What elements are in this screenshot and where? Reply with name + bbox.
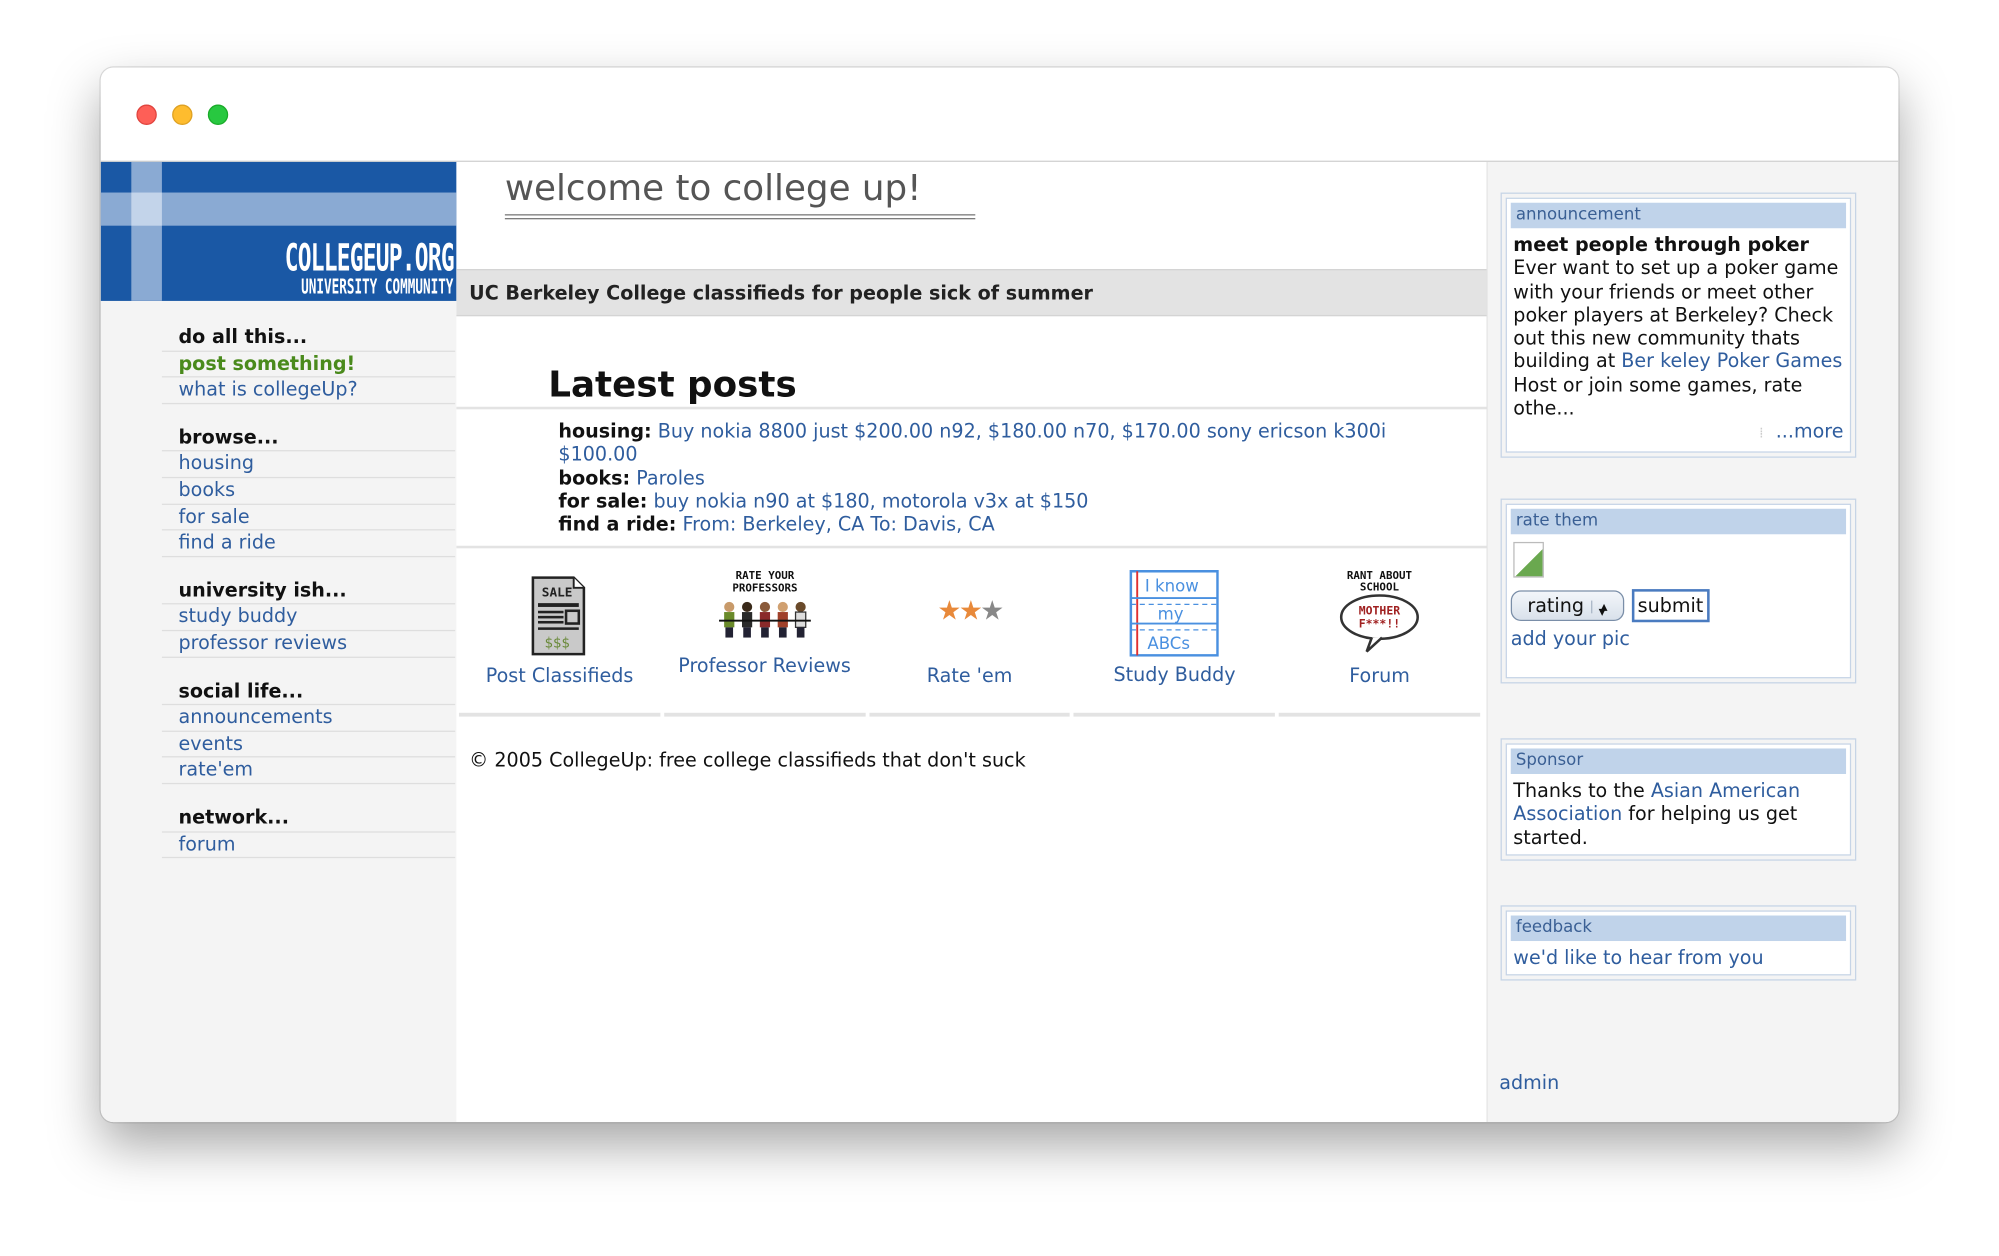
submit-button[interactable]: submit	[1631, 589, 1710, 623]
stars-icon: ★★★	[937, 595, 1004, 627]
post-category: books:	[558, 466, 631, 490]
box-header: rate them	[1510, 508, 1847, 535]
logo-title: COLLEGEUP.ORG	[284, 235, 455, 280]
sale-sign-icon: SALE $$$	[531, 576, 586, 656]
nav-rate-em[interactable]: rate'em	[178, 758, 253, 781]
feature-label[interactable]: Rate 'em	[869, 664, 1070, 687]
copyright: © 2005 CollegeUp: free college classifie…	[469, 748, 1026, 772]
page-title: welcome to college up!	[504, 167, 976, 220]
svg-text:I know: I know	[1145, 577, 1199, 596]
feature-label[interactable]: Study Buddy	[1074, 663, 1275, 686]
rate-them-box: rate them rating ▴▾ submit add your pic	[1500, 498, 1857, 684]
svg-text:ABCs: ABCs	[1148, 634, 1191, 653]
speech-bubble-icon: RANT ABOUT SCHOOL MOTHER F***!!	[1340, 569, 1420, 653]
nav-professor-reviews[interactable]: professor reviews	[178, 631, 347, 654]
admin-link[interactable]: admin	[1499, 1071, 1559, 1094]
box-header: Sponsor	[1510, 748, 1847, 774]
latest-posts-list: housing: Buy nokia 8800 just $200.00 n92…	[558, 420, 1450, 537]
svg-text:SALE: SALE	[542, 586, 573, 601]
site-logo[interactable]: COLLEGEUP.ORG UNIVERSITY COMMUNITY	[100, 161, 457, 301]
feature-forum[interactable]: RANT ABOUT SCHOOL MOTHER F***!! Forum	[1278, 560, 1481, 717]
nav-heading: browse...	[161, 426, 456, 452]
select-arrows-icon: ▴▾	[1591, 599, 1615, 618]
minimize-window-button[interactable]	[172, 104, 193, 125]
list-item: books: Paroles	[558, 466, 1450, 489]
right-sidebar: announcement meet people through poker E…	[1487, 161, 1899, 1123]
feature-rate-em[interactable]: ★★★ Rate 'em	[868, 560, 1071, 717]
sponsor-text: Thanks to the	[1513, 779, 1651, 803]
main-content: welcome to college up! UC Berkeley Colle…	[456, 161, 1488, 1123]
post-category: find a ride:	[558, 512, 677, 536]
nav-study-buddy[interactable]: study buddy	[178, 605, 297, 628]
svg-text:PROFESSORS: PROFESSORS	[732, 582, 797, 595]
box-header: announcement	[1510, 202, 1847, 229]
tagline-bar: UC Berkeley College classifieds for peop…	[456, 269, 1487, 317]
feature-label[interactable]: Professor Reviews	[664, 654, 865, 677]
rating-select[interactable]: rating ▴▾	[1510, 590, 1624, 621]
post-link[interactable]: Buy nokia 8800 just $200.00 n92, $180.00…	[558, 420, 1386, 466]
feature-post-classifieds[interactable]: SALE $$$ Post Classifieds	[458, 560, 661, 717]
feature-study-buddy[interactable]: I know my ABCs Study Buddy	[1073, 560, 1276, 717]
nav-housing[interactable]: housing	[178, 452, 253, 475]
nav-heading: network...	[161, 806, 456, 833]
rating-select-value: rating	[1527, 594, 1584, 618]
post-link[interactable]: Paroles	[636, 466, 705, 489]
svg-text:SCHOOL: SCHOOL	[1360, 580, 1400, 593]
nav-heading: social life...	[161, 679, 456, 706]
nav-forum[interactable]: forum	[178, 832, 235, 855]
maximize-window-button[interactable]	[207, 104, 229, 125]
nav-for-sale[interactable]: for sale	[178, 504, 249, 527]
poker-games-link[interactable]: Ber keley Poker Games	[1621, 350, 1842, 373]
post-link[interactable]: buy nokia n90 at $180, motorola v3x at $…	[654, 489, 1089, 512]
more-link[interactable]: ...more	[1776, 420, 1844, 443]
post-category: for sale:	[558, 489, 648, 513]
broken-image-icon	[1513, 541, 1544, 578]
box-header: feedback	[1510, 915, 1847, 942]
announcement-text: Host or join some games, rate othe...	[1513, 373, 1803, 420]
rate-professors-icon: RATE YOUR PROFESSORS	[718, 569, 811, 638]
list-item: for sale: buy nokia n90 at $180, motorol…	[558, 489, 1450, 512]
announcement-title: meet people through poker	[1513, 233, 1809, 257]
divider	[456, 545, 1487, 549]
feature-label[interactable]: Forum	[1279, 664, 1480, 687]
add-your-pic-link[interactable]: add your pic	[1511, 627, 1630, 650]
svg-text:$$$: $$$	[544, 636, 569, 652]
latest-posts-heading: Latest posts	[548, 363, 797, 406]
dotted-separator-icon: ⁞	[1759, 425, 1764, 442]
svg-text:my: my	[1158, 605, 1184, 624]
nav-post-something[interactable]: post something!	[178, 351, 355, 374]
feedback-link[interactable]: we'd like to hear from you	[1513, 946, 1763, 969]
notebook-icon: I know my ABCs	[1130, 569, 1220, 657]
nav-events[interactable]: events	[178, 732, 242, 755]
list-item: housing: Buy nokia 8800 just $200.00 n92…	[558, 420, 1450, 467]
nav-heading: do all this...	[161, 325, 456, 352]
svg-text:RATE YOUR: RATE YOUR	[735, 569, 794, 582]
nav-books[interactable]: books	[178, 478, 235, 501]
nav-announcements[interactable]: announcements	[178, 705, 332, 728]
left-sidebar: COLLEGEUP.ORG UNIVERSITY COMMUNITY do al…	[100, 161, 457, 1123]
feature-links: SALE $$$ Post Classifieds RATE YOUR PROF…	[458, 560, 1484, 717]
browser-window: COLLEGEUP.ORG UNIVERSITY COMMUNITY do al…	[100, 67, 1899, 1123]
feature-professor-reviews[interactable]: RATE YOUR PROFESSORS Professor Reviews	[663, 560, 866, 717]
post-link[interactable]: From: Berkeley, CA To: Davis, CA	[683, 513, 995, 536]
title-bar	[100, 67, 1899, 162]
svg-text:F***!!: F***!!	[1359, 616, 1400, 630]
feature-label[interactable]: Post Classifieds	[459, 664, 660, 687]
post-category: housing:	[558, 419, 652, 443]
site-nav: do all this... post something! what is c…	[161, 325, 456, 880]
sponsor-box: Sponsor Thanks to the Asian American Ass…	[1500, 738, 1857, 861]
list-item: find a ride: From: Berkeley, CA To: Davi…	[558, 513, 1450, 536]
feedback-box: feedback we'd like to hear from you	[1500, 905, 1857, 981]
nav-find-a-ride[interactable]: find a ride	[178, 531, 275, 554]
announcement-box: announcement meet people through poker E…	[1500, 192, 1857, 458]
close-window-button[interactable]	[136, 104, 157, 125]
divider	[456, 406, 1487, 410]
logo-subtitle: UNIVERSITY COMMUNITY	[301, 274, 454, 299]
nav-heading: university ish...	[161, 579, 456, 605]
nav-what-is-collegeup[interactable]: what is collegeUp?	[178, 378, 357, 401]
